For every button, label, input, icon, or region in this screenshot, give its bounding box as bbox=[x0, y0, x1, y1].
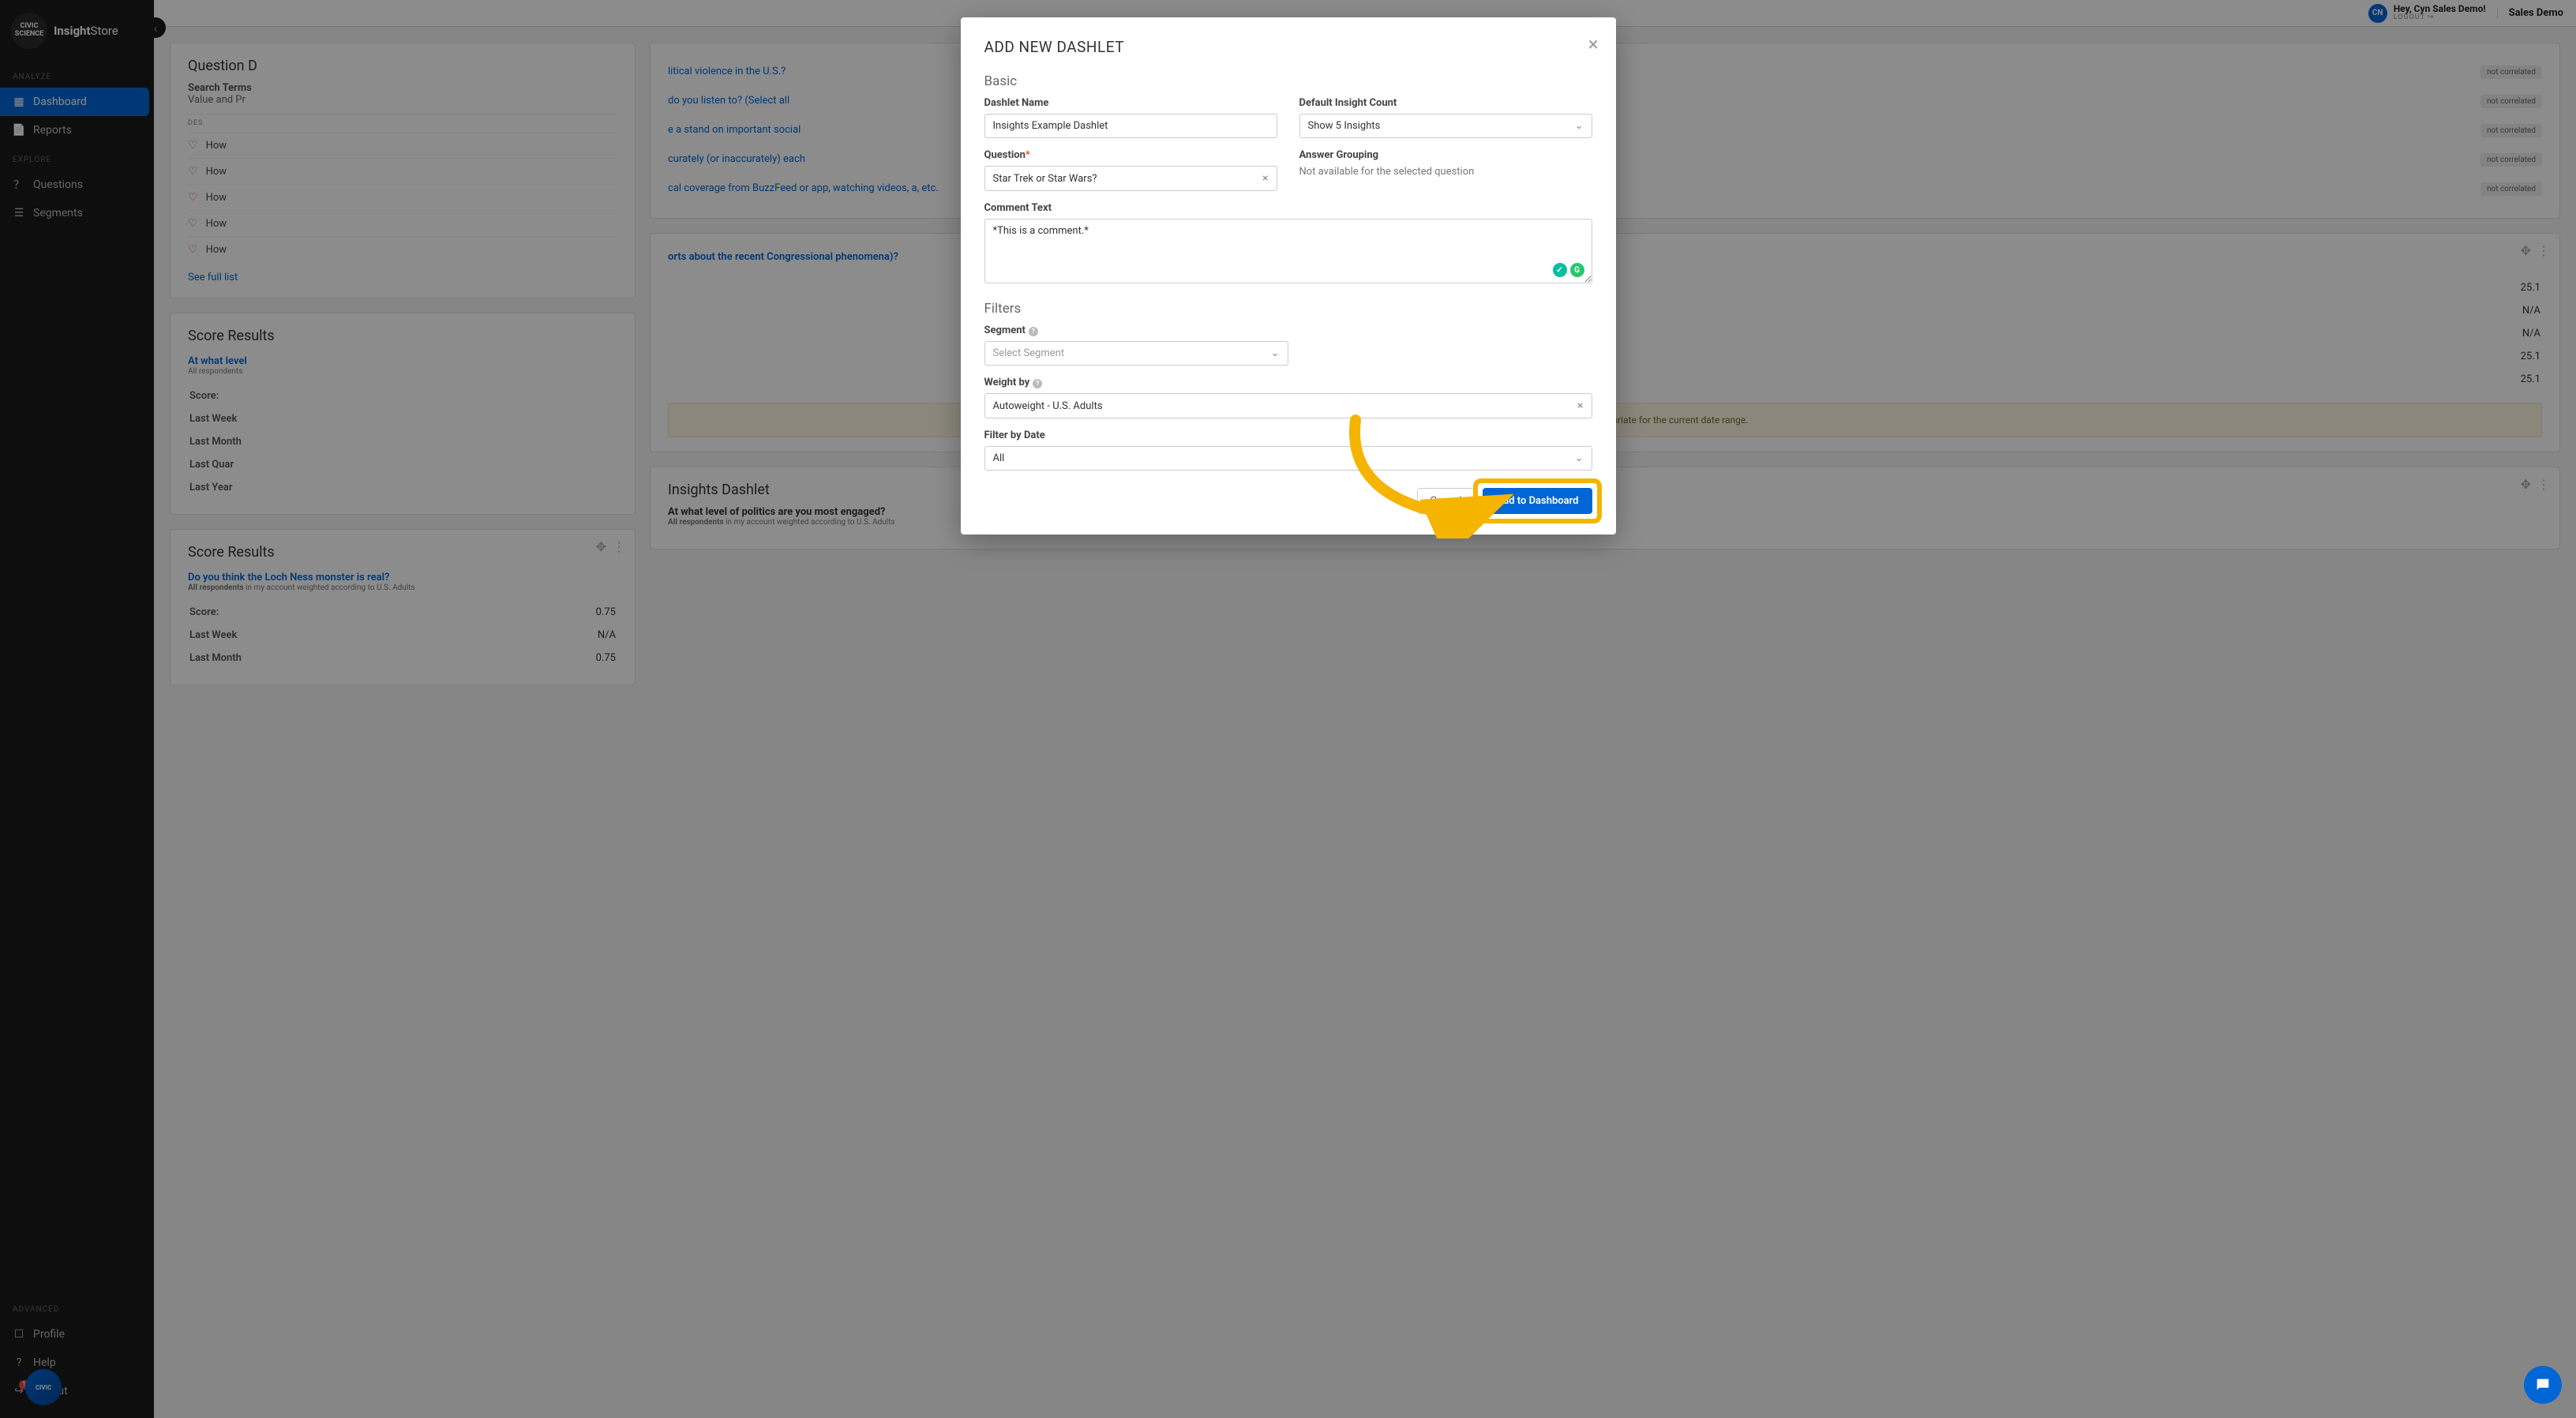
grammarly-icon[interactable]: G bbox=[1570, 263, 1584, 277]
weight-group: Weight by? Autoweight - U.S. Adults × bbox=[984, 377, 1592, 418]
chevron-down-icon: ⌄ bbox=[1271, 347, 1280, 359]
modal-title: ADD NEW DASHLET bbox=[984, 38, 1592, 56]
basic-section-head: Basic bbox=[984, 73, 1592, 89]
help-icon[interactable]: ? bbox=[1033, 379, 1042, 388]
chevron-down-icon: ⌄ bbox=[1575, 452, 1584, 464]
clear-icon[interactable]: × bbox=[1577, 400, 1583, 412]
segment-select[interactable]: Select Segment ⌄ bbox=[984, 341, 1288, 366]
select-value: Show 5 Insights bbox=[1308, 120, 1381, 132]
question-group: Question* Star Trek or Star Wars? × bbox=[984, 149, 1277, 191]
answer-grouping-label: Answer Grouping bbox=[1299, 149, 1592, 161]
help-icon[interactable]: ? bbox=[1029, 327, 1038, 336]
modal-overlay: ADD NEW DASHLET × Basic Dashlet Name Def… bbox=[0, 0, 2576, 1418]
chat-icon bbox=[2534, 1376, 2552, 1394]
select-value: All bbox=[993, 452, 1005, 464]
modal-footer: Cancel Add to Dashboard bbox=[984, 488, 1592, 514]
comment-group: Comment Text ✓ G bbox=[984, 202, 1592, 283]
grammar-badges: ✓ G bbox=[1553, 263, 1584, 277]
segment-label: Segment? bbox=[984, 324, 1288, 336]
segment-group: Segment? Select Segment ⌄ bbox=[984, 324, 1288, 366]
comment-textarea[interactable] bbox=[984, 219, 1592, 283]
clear-icon[interactable]: × bbox=[1262, 172, 1268, 185]
filter-date-select[interactable]: All ⌄ bbox=[984, 446, 1592, 471]
filoter-date-label: Filter by Date bbox=[984, 430, 1592, 441]
answer-grouping-text: Not available for the selected question bbox=[1299, 166, 1592, 178]
insight-count-select[interactable]: Show 5 Insights ⌄ bbox=[1299, 114, 1592, 138]
cancel-button[interactable]: Cancel bbox=[1417, 488, 1475, 514]
question-label: Question* bbox=[984, 149, 1277, 161]
dashlet-name-input[interactable] bbox=[984, 114, 1277, 138]
comment-label: Comment Text bbox=[984, 202, 1592, 214]
select-value: Star Trek or Star Wars? bbox=[993, 173, 1097, 185]
add-to-dashboard-button[interactable]: Add to Dashboard bbox=[1483, 488, 1592, 514]
chevron-down-icon: ⌄ bbox=[1575, 120, 1584, 132]
filter-date-group: Filter by Date All ⌄ bbox=[984, 430, 1592, 471]
answer-grouping-group: Answer Grouping Not available for the se… bbox=[1299, 149, 1592, 191]
close-icon[interactable]: × bbox=[1588, 33, 1599, 55]
weight-select[interactable]: Autoweight - U.S. Adults × bbox=[984, 393, 1592, 418]
dashlet-name-label: Dashlet Name bbox=[984, 97, 1277, 109]
question-select[interactable]: Star Trek or Star Wars? × bbox=[984, 166, 1277, 191]
grammarly-icon[interactable]: ✓ bbox=[1553, 263, 1567, 277]
weight-label: Weight by? bbox=[984, 377, 1592, 388]
select-value: Autoweight - U.S. Adults bbox=[993, 400, 1103, 412]
add-dashlet-modal: ADD NEW DASHLET × Basic Dashlet Name Def… bbox=[961, 17, 1616, 535]
intercom-launcher[interactable] bbox=[2524, 1366, 2562, 1404]
dashlet-name-group: Dashlet Name bbox=[984, 97, 1277, 138]
insight-count-label: Default Insight Count bbox=[1299, 97, 1592, 109]
insight-count-group: Default Insight Count Show 5 Insights ⌄ bbox=[1299, 97, 1592, 138]
select-placeholder: Select Segment bbox=[993, 347, 1065, 359]
filters-section-head: Filters bbox=[984, 301, 1592, 317]
